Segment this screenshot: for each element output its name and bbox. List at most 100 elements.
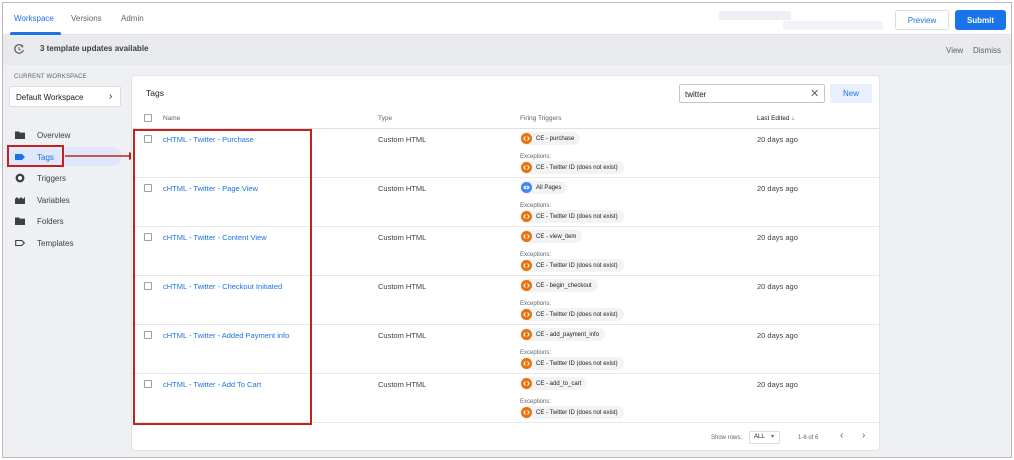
exception-chip[interactable]: CE - Twitter ID (does not exist): [520, 210, 624, 223]
exceptions-label: Exceptions:: [520, 154, 552, 160]
new-tag-button[interactable]: New: [830, 84, 872, 103]
search-input[interactable]: [685, 88, 795, 100]
workspace-name: Default Workspace: [16, 93, 84, 102]
preview-button[interactable]: Preview: [895, 10, 949, 30]
sidebar-item-label: Variables: [37, 196, 70, 205]
rows-per-page-select[interactable]: ALL ▾: [749, 431, 780, 444]
exception-chip[interactable]: CE - Twitter ID (does not exist): [520, 406, 624, 419]
custom-event-icon: [521, 378, 532, 389]
submit-button[interactable]: Submit: [955, 10, 1006, 30]
tab-workspace[interactable]: Workspace: [14, 14, 54, 23]
template-icon: [15, 239, 25, 247]
banner-text: 3 template updates available: [40, 44, 149, 53]
banner-dismiss-link[interactable]: Dismiss: [973, 46, 1001, 55]
exception-label: CE - Twitter ID (does not exist): [536, 311, 618, 318]
trigger-chip[interactable]: CE - begin_checkout: [520, 279, 598, 292]
custom-event-icon: [521, 162, 532, 173]
chevron-left-icon[interactable]: ‹: [840, 430, 843, 441]
exception-chip[interactable]: CE - Twitter ID (does not exist): [520, 161, 624, 174]
trigger-icon: [15, 173, 25, 183]
last-edited: 20 days ago: [757, 184, 798, 193]
sidebar-item-variables[interactable]: Variables: [9, 190, 121, 210]
chevron-right-icon[interactable]: ›: [862, 430, 865, 441]
custom-event-icon: [521, 280, 532, 291]
custom-event-icon: [521, 407, 532, 418]
sidebar-item-label: Templates: [37, 239, 74, 248]
app-window: Workspace Versions Admin Preview Submit …: [2, 2, 1012, 458]
active-tab-indicator: [10, 32, 61, 35]
variables-icon: [15, 197, 25, 204]
custom-event-icon: [521, 133, 532, 144]
redacted-area: [783, 21, 883, 30]
trigger-label: CE - begin_checkout: [536, 282, 592, 289]
trigger-label: All Pages: [536, 184, 562, 191]
sidebar-item-label: Overview: [37, 131, 71, 140]
sidebar-item-overview[interactable]: Overview: [9, 125, 121, 145]
sidebar-item-label: Triggers: [37, 174, 67, 183]
trigger-chip[interactable]: CE - view_item: [520, 230, 583, 243]
folder-icon: [15, 131, 25, 139]
column-header-type[interactable]: Type: [378, 115, 392, 122]
trigger-label: CE - view_item: [536, 233, 577, 240]
column-header-name[interactable]: Name: [163, 115, 180, 122]
exception-label: CE - Twitter ID (does not exist): [536, 360, 618, 367]
exceptions-label: Exceptions:: [520, 301, 552, 307]
exceptions-label: Exceptions:: [520, 350, 552, 356]
top-bar: Workspace Versions Admin Preview Submit: [3, 3, 1011, 35]
custom-event-icon: [521, 260, 532, 271]
last-edited: 20 days ago: [757, 282, 798, 291]
trigger-chip[interactable]: CE - add_to_cart: [520, 377, 588, 390]
show-rows-label: Show rows:: [711, 435, 743, 441]
banner-view-link[interactable]: View: [946, 46, 963, 55]
exceptions-label: Exceptions:: [520, 252, 552, 258]
exception-chip[interactable]: CE - Twitter ID (does not exist): [520, 259, 624, 272]
page-title: Tags: [146, 88, 164, 98]
column-header-last-edited[interactable]: Last Edited ↓: [757, 115, 795, 122]
tab-versions[interactable]: Versions: [71, 14, 102, 23]
sidebar-item-triggers[interactable]: Triggers: [9, 168, 121, 188]
chevron-right-icon: ›: [109, 91, 113, 102]
exceptions-label: Exceptions:: [520, 203, 552, 209]
tag-names-highlight-annotation: [133, 129, 312, 425]
tag-type: Custom HTML: [378, 184, 427, 193]
current-workspace-label: CURRENT WORKSPACE: [14, 74, 87, 80]
exception-label: CE - Twitter ID (does not exist): [536, 213, 618, 220]
column-header-label: Last Edited: [757, 115, 790, 122]
exception-chip[interactable]: CE - Twitter ID (does not exist): [520, 308, 624, 321]
tags-highlight-annotation: [7, 145, 64, 167]
last-edited: 20 days ago: [757, 233, 798, 242]
trigger-chip[interactable]: All Pages: [520, 181, 568, 194]
custom-event-icon: [521, 211, 532, 222]
close-icon[interactable]: ✕: [810, 87, 819, 100]
tab-admin[interactable]: Admin: [121, 14, 144, 23]
last-edited: 20 days ago: [757, 331, 798, 340]
tag-type: Custom HTML: [378, 331, 427, 340]
last-edited: 20 days ago: [757, 135, 798, 144]
sidebar-item-label: Folders: [37, 217, 64, 226]
trigger-label: CE - purchase: [536, 135, 575, 142]
trigger-chip[interactable]: CE - add_payment_info: [520, 328, 606, 341]
template-updates-banner: 3 template updates available View Dismis…: [3, 36, 1011, 65]
exception-chip[interactable]: CE - Twitter ID (does not exist): [520, 357, 624, 370]
custom-event-icon: [521, 309, 532, 320]
refresh-icon: [14, 43, 24, 54]
sidebar-item-templates[interactable]: Templates: [9, 233, 121, 253]
search-field[interactable]: ✕: [679, 84, 825, 103]
tag-type: Custom HTML: [378, 282, 427, 291]
column-header-firing-triggers[interactable]: Firing Triggers: [520, 115, 562, 122]
select-all-checkbox[interactable]: [144, 114, 152, 122]
sidebar-item-folders[interactable]: Folders: [9, 211, 121, 231]
chevron-down-icon: ▾: [771, 434, 775, 440]
trigger-label: CE - add_payment_info: [536, 331, 600, 338]
tag-type: Custom HTML: [378, 233, 427, 242]
tag-type: Custom HTML: [378, 380, 427, 389]
exceptions-label: Exceptions:: [520, 399, 552, 405]
pagination-count: 1-6 of 6: [798, 435, 819, 441]
rows-per-page-value: ALL: [754, 434, 765, 440]
arrow-down-icon: ↓: [791, 115, 795, 122]
custom-event-icon: [521, 231, 532, 242]
trigger-chip[interactable]: CE - purchase: [520, 132, 581, 145]
arrow-annotation: [65, 152, 138, 160]
workspace-selector[interactable]: Default Workspace ›: [9, 86, 121, 107]
redacted-area: [719, 11, 791, 20]
